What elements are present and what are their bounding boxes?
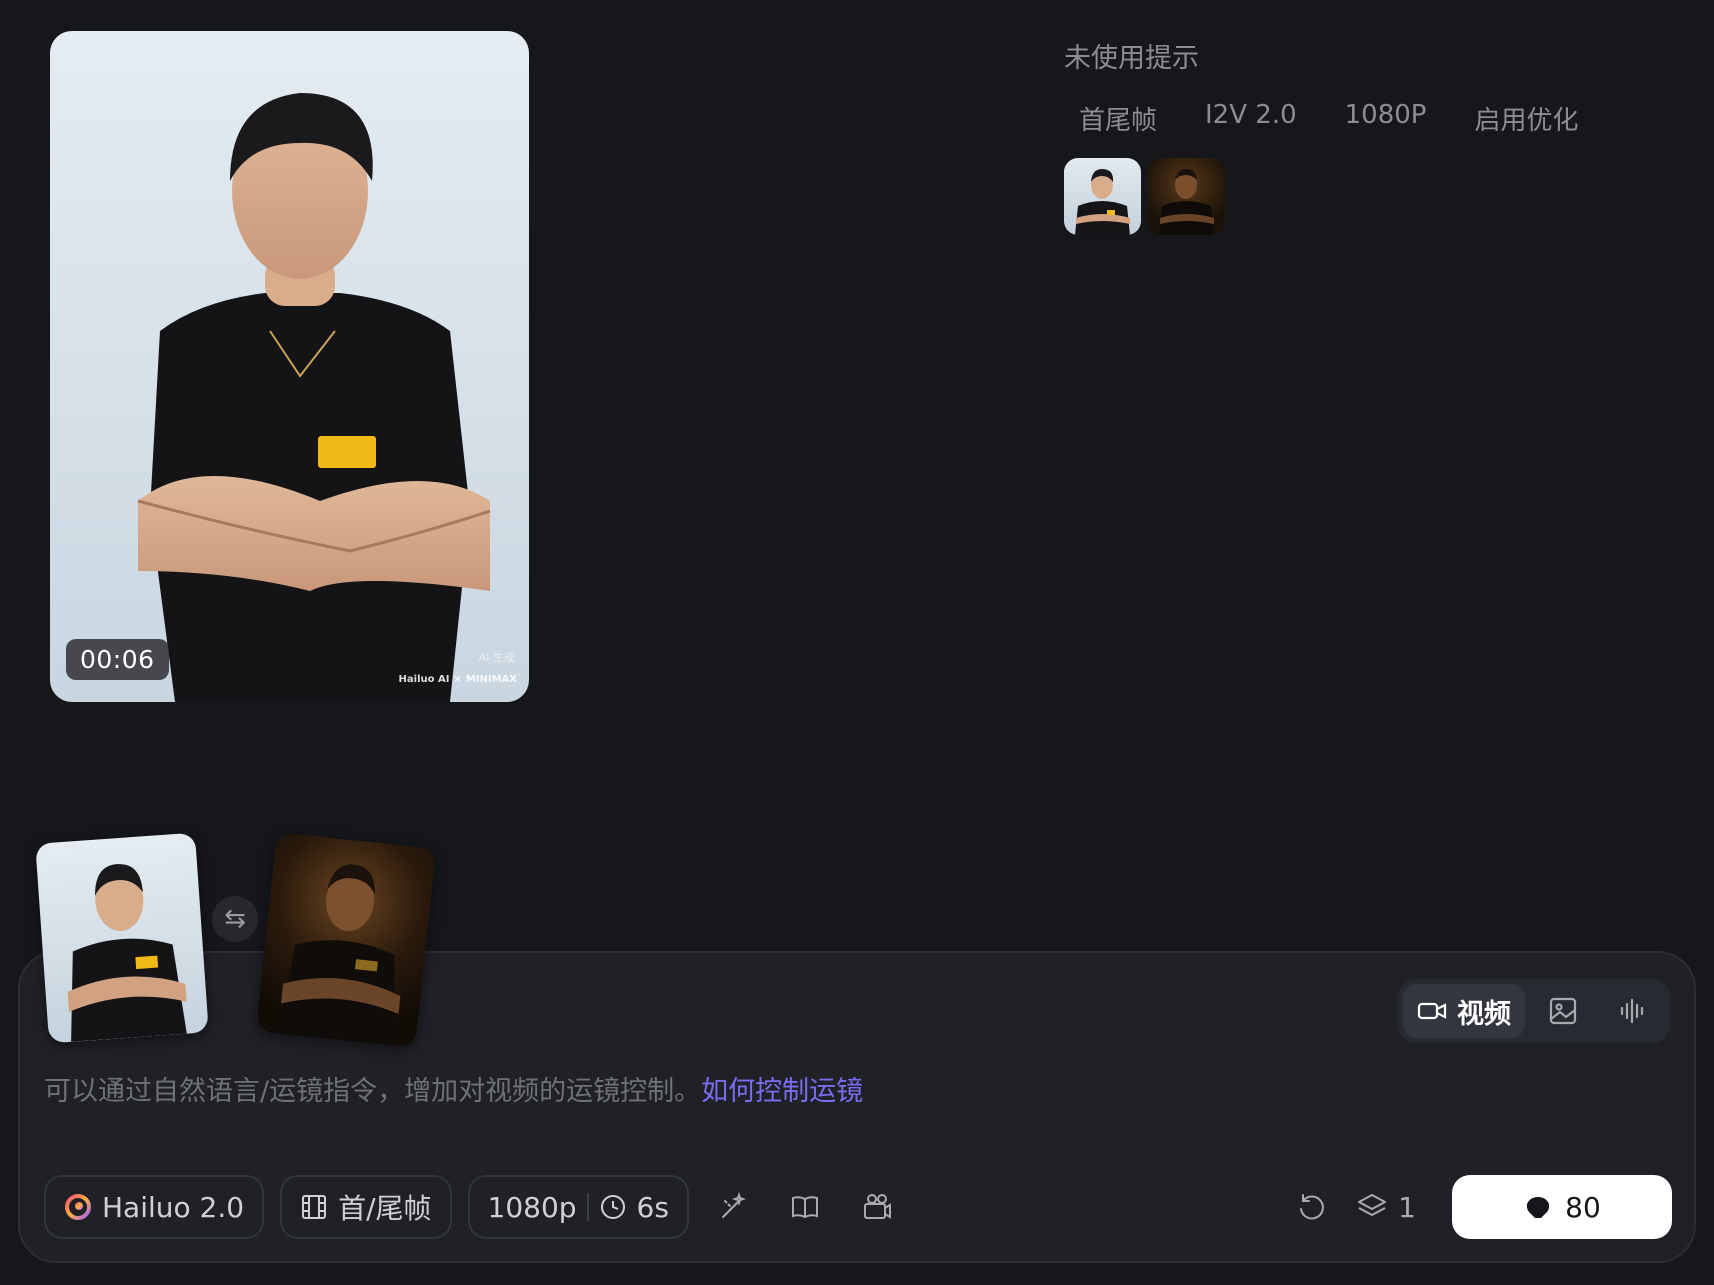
magic-wand-icon: [721, 1191, 747, 1218]
param-resolution: 1080P: [1344, 100, 1427, 130]
duration-label: 6s: [636, 1190, 669, 1224]
model-selector[interactable]: Hailuo 2.0: [44, 1175, 265, 1239]
param-optimization: 启用优化: [1474, 106, 1579, 136]
layers-icon: [1358, 1194, 1387, 1216]
mode-video-label: 视频: [1457, 998, 1511, 1030]
image-icon: [1549, 997, 1577, 1025]
generation-params: 首尾帧 I2V 2.0 1080P 启用优化: [1079, 100, 1627, 137]
camera-control-help-link[interactable]: 如何控制运镜: [701, 1076, 863, 1107]
prompt-placeholder-text: 可以通过自然语言/运镜指令，增加对视频的运镜控制。: [44, 1076, 702, 1107]
generation-count-value: 1: [1398, 1190, 1416, 1224]
watermark-brand: Hailuo AI: [398, 674, 450, 685]
watermark-partner: MINIMAX: [465, 674, 517, 685]
reference-thumbnails: [1064, 158, 1225, 235]
prompt-title: 未使用提示: [1064, 43, 1199, 74]
credits-shell-icon: [1527, 1197, 1550, 1218]
prompt-input[interactable]: 可以通过自然语言/运镜指令，增加对视频的运镜控制。如何控制运镜: [44, 1069, 863, 1108]
frame-mode-label: 首/尾帧: [338, 1192, 432, 1225]
video-duration-badge: 00:06: [66, 639, 169, 680]
prompt-enhance-button[interactable]: [705, 1179, 761, 1235]
clock-icon: [600, 1195, 625, 1219]
mode-switch: 视频: [1398, 979, 1670, 1043]
frame-mode-selector[interactable]: 首/尾帧: [280, 1175, 452, 1239]
prompt-info: 未使用提示 首尾帧 I2V 2.0 1080P 启用优化: [1064, 36, 1579, 235]
refresh-icon: [1300, 1194, 1325, 1220]
divider: [586, 1193, 589, 1221]
audio-wave-icon: [1620, 998, 1644, 1024]
credits-value: 80: [1565, 1190, 1601, 1224]
hailuo-logo-icon: [65, 1194, 91, 1220]
generate-button[interactable]: 80: [1452, 1175, 1672, 1239]
reset-button[interactable]: [1284, 1179, 1340, 1235]
book-icon: [791, 1196, 818, 1219]
mode-video-button[interactable]: 视频: [1403, 984, 1525, 1038]
ai-generated-tag: AI 生成: [478, 651, 515, 664]
film-strip-icon: [302, 1195, 327, 1219]
video-preview[interactable]: 00:06 AI 生成 Hailuo AI × MINIMAX: [50, 31, 529, 702]
resolution-duration-selector[interactable]: 1080p 6s: [467, 1175, 689, 1239]
mode-audio-button[interactable]: [1601, 984, 1665, 1038]
last-frame-image[interactable]: [255, 832, 437, 1048]
page: 00:06 AI 生成 Hailuo AI × MINIMAX 未使用提示 首尾…: [0, 0, 1714, 1285]
swap-frames-button[interactable]: ⇆: [212, 896, 258, 942]
video-camera-icon: [1417, 1002, 1447, 1020]
prompt-library-button[interactable]: [777, 1179, 833, 1235]
first-frame-image[interactable]: [35, 832, 209, 1044]
movie-camera-icon: [863, 1194, 891, 1219]
mode-image-button[interactable]: [1531, 984, 1595, 1038]
param-frame-mode: 首尾帧: [1079, 106, 1158, 136]
camera-movement-button[interactable]: [849, 1179, 905, 1235]
model-label: Hailuo 2.0: [102, 1190, 245, 1224]
param-model: I2V 2.0: [1205, 100, 1297, 130]
video-watermark: Hailuo AI × MINIMAX: [399, 674, 517, 685]
reference-first-frame-thumb[interactable]: [1064, 158, 1141, 235]
video-thumbnail-image: [137, 93, 491, 702]
watermark-separator: ×: [453, 674, 462, 685]
reference-last-frame-thumb[interactable]: [1148, 158, 1225, 235]
composer-toolbar: Hailuo 2.0 首/尾帧 1080p 6s 1 80: [44, 1175, 1672, 1239]
resolution-label: 1080p: [487, 1190, 577, 1224]
generation-count-selector[interactable]: 1: [1356, 1191, 1416, 1224]
